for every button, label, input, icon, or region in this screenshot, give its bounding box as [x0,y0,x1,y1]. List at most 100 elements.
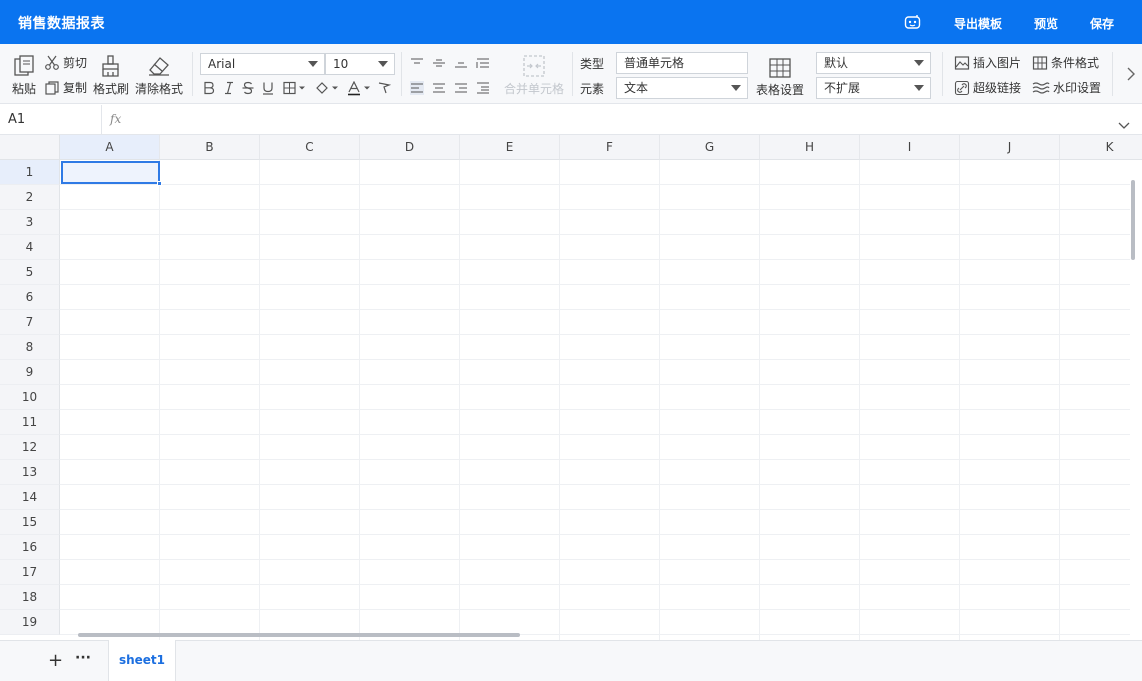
formula-bar: A1 fx [0,105,1142,135]
fill-handle[interactable] [157,181,162,186]
column-header-j[interactable]: J [960,135,1060,160]
expand-select[interactable]: 不扩展 [816,77,931,99]
row-header-16[interactable]: 16 [0,535,60,560]
border-icon[interactable] [283,81,307,98]
font-size-select[interactable]: 10 [325,53,395,75]
save-button[interactable]: 保存 [1090,15,1114,32]
chevron-right-icon[interactable] [1126,66,1136,85]
row-header-1[interactable]: 1 [0,160,60,185]
horizontal-scrollbar[interactable] [60,630,1130,640]
row-header-4[interactable]: 4 [0,235,60,260]
align-bottom-icon[interactable] [454,57,468,72]
column-header-f[interactable]: F [560,135,660,160]
vertical-scrollbar[interactable] [1128,160,1138,625]
row-header-3[interactable]: 3 [0,210,60,235]
conditional-format-label: 条件格式 [1051,56,1100,70]
merge-cells-button[interactable]: 合并单元格 [504,54,564,97]
horizontal-scroll-thumb[interactable] [78,633,520,637]
select-all-corner[interactable] [0,135,60,160]
align-left-icon[interactable] [410,81,424,98]
toolbar-divider [572,52,573,96]
copy-icon [44,80,60,96]
column-header-b[interactable]: B [160,135,260,160]
column-header-i[interactable]: I [860,135,960,160]
column-header-a[interactable]: A [60,135,160,160]
hyperlink-button[interactable]: 超级链接 [954,79,1021,96]
column-header-g[interactable]: G [660,135,760,160]
paste-button[interactable]: 粘贴 [12,54,36,97]
align-center-icon[interactable] [432,81,446,98]
column-header-k[interactable]: K [1060,135,1142,160]
column-header-c[interactable]: C [260,135,360,160]
column-header-h[interactable]: H [760,135,860,160]
add-sheet-button[interactable]: + [48,652,63,670]
export-template-button[interactable]: 导出模板 [954,15,1002,32]
toolbar-divider [401,52,402,96]
font-color-icon[interactable] [347,80,373,99]
row-header-11[interactable]: 11 [0,410,60,435]
chevron-down-icon [731,85,741,91]
row-header-18[interactable]: 18 [0,585,60,610]
font-family-select[interactable]: Arial [200,53,325,75]
underline-icon[interactable] [261,81,275,98]
row-header-7[interactable]: 7 [0,310,60,335]
chevron-down-icon [308,61,318,67]
row-header-19[interactable]: 19 [0,610,60,635]
fill-color-icon[interactable] [314,81,340,98]
row-header-14[interactable]: 14 [0,485,60,510]
bold-icon[interactable] [202,81,216,98]
cut-button[interactable]: 剪切 [44,54,87,71]
element-select[interactable]: 文本 [616,77,748,99]
vertical-scroll-thumb[interactable] [1131,180,1135,260]
row-header-8[interactable]: 8 [0,335,60,360]
row-header-12[interactable]: 12 [0,435,60,460]
conditional-format-button[interactable]: 条件格式 [1032,54,1099,71]
font-family-value: Arial [208,57,236,71]
preview-button[interactable]: 预览 [1034,15,1058,32]
default-select[interactable]: 默认 [816,52,931,74]
align-middle-icon[interactable] [432,57,446,72]
cell-type-value: 普通单元格 [624,56,685,70]
wrap-text-icon[interactable] [476,57,490,72]
strikethrough-icon[interactable] [241,81,255,98]
copy-button[interactable]: 复制 [44,79,87,96]
column-header-d[interactable]: D [360,135,460,160]
eraser-icon [146,54,172,78]
row-header-15[interactable]: 15 [0,510,60,535]
insert-image-button[interactable]: 插入图片 [954,54,1021,71]
clear-style-icon[interactable] [377,81,392,98]
paste-icon [12,54,36,78]
format-painter-button[interactable]: 格式刷 [93,54,129,97]
row-header-10[interactable]: 10 [0,385,60,410]
row-header-13[interactable]: 13 [0,460,60,485]
expand-select-value: 不扩展 [824,81,861,95]
merge-cells-icon [522,54,546,78]
cell-area[interactable] [60,160,1130,640]
column-header-e[interactable]: E [460,135,560,160]
chevron-down-icon [914,60,924,66]
table-settings-label: 表格设置 [756,83,805,97]
table-settings-button[interactable]: 表格设置 [756,57,804,98]
cell-type-field[interactable]: 普通单元格 [616,52,748,74]
selected-cell[interactable] [61,161,162,186]
cell-name-box[interactable]: A1 [0,105,102,135]
default-select-value: 默认 [824,56,849,70]
clear-format-button[interactable]: 清除格式 [135,54,183,97]
sheet-tab[interactable]: sheet1 [108,640,176,681]
align-right-icon[interactable] [454,81,468,98]
insert-image-label: 插入图片 [973,56,1022,70]
row-header-2[interactable]: 2 [0,185,60,210]
sheet-more-button[interactable]: ··· [75,650,91,666]
watermark-button[interactable]: 水印设置 [1032,79,1101,96]
robot-icon[interactable] [904,14,921,30]
indent-icon[interactable] [476,81,490,98]
row-header-6[interactable]: 6 [0,285,60,310]
row-header-9[interactable]: 9 [0,360,60,385]
watermark-label: 水印设置 [1053,81,1102,95]
row-header-17[interactable]: 17 [0,560,60,585]
chevron-down-icon[interactable] [1118,115,1130,134]
italic-icon[interactable] [222,81,236,98]
row-header-5[interactable]: 5 [0,260,60,285]
align-top-icon[interactable] [410,57,424,72]
hyperlink-label: 超级链接 [973,81,1022,95]
